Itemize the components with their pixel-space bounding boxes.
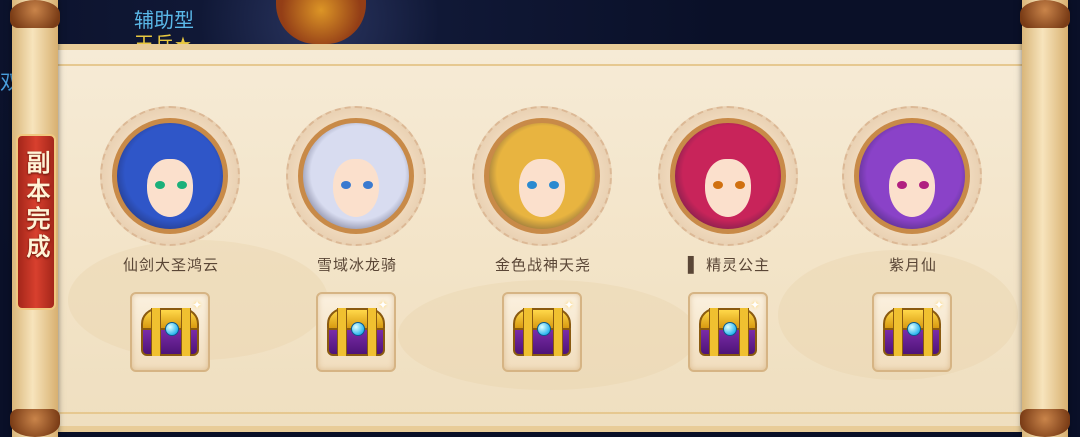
dungeon-complete-banner: 副本完成 — [16, 134, 56, 310]
hero-reward-card: 雪域冰龙骑 ✦ — [282, 106, 432, 376]
hero-eye — [713, 181, 723, 189]
sparkle-icon: ✦ — [933, 298, 944, 312]
hero-eye — [363, 181, 373, 189]
hero-avatar[interactable] — [484, 118, 600, 234]
scroll-rod-right — [1020, 0, 1070, 437]
rod-cap-top — [10, 0, 60, 28]
hero-face — [519, 159, 565, 217]
reward-chest-slot[interactable]: ✦ — [688, 292, 768, 372]
hero-name: 仙剑大圣鸿云 — [122, 256, 219, 274]
hero-name: ▌ 精灵公主 — [687, 256, 771, 274]
hero-avatar[interactable] — [854, 118, 970, 234]
hero-face — [705, 159, 751, 217]
rod-cap-top — [1020, 0, 1070, 28]
reward-chest-slot[interactable]: ✦ — [502, 292, 582, 372]
reward-chest-slot[interactable]: ✦ — [872, 292, 952, 372]
hero-avatar[interactable] — [112, 118, 228, 234]
rod-cap-bottom — [10, 409, 60, 437]
hero-eye — [155, 181, 165, 189]
background-dragon-emblem — [276, 0, 366, 44]
hero-eye — [919, 181, 929, 189]
hero-name: 紫月仙 — [888, 256, 937, 274]
hero-face — [333, 159, 379, 217]
hero-avatar[interactable] — [670, 118, 786, 234]
hero-eye — [897, 181, 907, 189]
hero-face — [147, 159, 193, 217]
banner-title: 副本完成 — [22, 150, 51, 262]
hero-eye — [177, 181, 187, 189]
hero-face — [889, 159, 935, 217]
hero-reward-card: ▌ 精灵公主 ✦ — [654, 106, 804, 376]
hero-name: 金色战神天尧 — [494, 256, 591, 274]
hero-reward-card: 紫月仙 ✦ — [838, 106, 988, 376]
treasure-chest-icon — [699, 308, 757, 356]
sparkle-icon: ✦ — [377, 298, 388, 312]
hero-eye — [527, 181, 537, 189]
hero-reward-card: 仙剑大圣鸿云 ✦ — [96, 106, 246, 376]
hero-avatar[interactable] — [298, 118, 414, 234]
sparkle-icon: ✦ — [191, 298, 202, 312]
reward-chest-slot[interactable]: ✦ — [130, 292, 210, 372]
reward-chest-slot[interactable]: ✦ — [316, 292, 396, 372]
treasure-chest-icon — [327, 308, 385, 356]
hero-eye — [549, 181, 559, 189]
sparkle-icon: ✦ — [563, 298, 574, 312]
treasure-chest-icon — [883, 308, 941, 356]
treasure-chest-icon — [141, 308, 199, 356]
rod-cap-bottom — [1020, 409, 1070, 437]
hero-eye — [341, 181, 351, 189]
hero-eye — [735, 181, 745, 189]
hero-reward-card: 金色战神天尧 ✦ — [468, 106, 618, 376]
treasure-chest-icon — [513, 308, 571, 356]
sparkle-icon: ✦ — [749, 298, 760, 312]
hero-name: 雪域冰龙骑 — [316, 256, 397, 274]
